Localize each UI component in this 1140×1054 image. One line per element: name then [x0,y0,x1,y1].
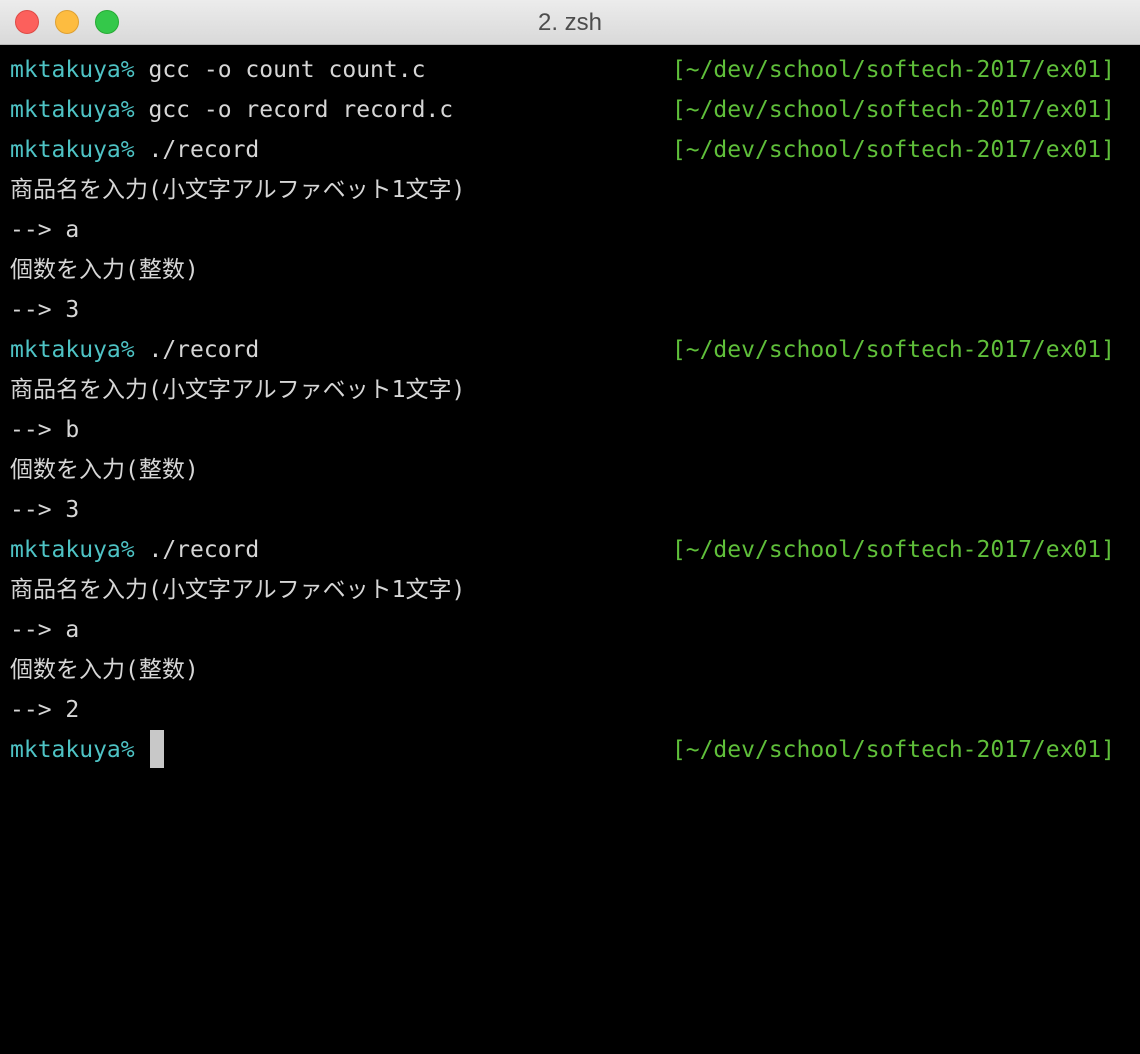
right-prompt-path: [~/dev/school/softech-2017/ex01] [671,337,1115,363]
terminal-output[interactable]: mktakuya% gcc -o count count.c [~/dev/sch… [0,50,1140,1054]
right-prompt-path: [~/dev/school/softech-2017/ex01] [671,537,1115,563]
command-text: ./record [148,537,260,563]
shell-prompt: mktakuya% [10,97,135,123]
output-line: --> a [0,210,1140,250]
command-text: gcc -o record record.c [148,97,454,123]
command-text: gcc -o count count.c [148,57,426,83]
right-prompt-path: [~/dev/school/softech-2017/ex01] [671,737,1115,763]
output-line: --> 3 [0,290,1140,330]
output-text: --> 3 [10,297,80,323]
command-line: mktakuya% ./record [~/dev/school/softech-… [0,330,1140,370]
command-line: mktakuya% gcc -o count count.c [~/dev/sch… [0,50,1140,90]
output-line: --> b [0,410,1140,450]
output-line: 商品名を入力(小文字アルファベット1文字) [0,370,1140,410]
title-bar[interactable]: 2. zsh [0,0,1140,45]
output-line: --> a [0,610,1140,650]
shell-prompt: mktakuya% [10,337,135,363]
command-text: ./record [148,137,260,163]
output-text: 商品名を入力(小文字アルファベット1文字) [10,177,466,203]
shell-prompt: mktakuya% [10,537,135,563]
output-text: --> 3 [10,497,80,523]
shell-prompt: mktakuya% [10,137,135,163]
output-text: 個数を入力(整数) [10,457,199,483]
output-text: --> b [10,417,80,443]
output-text: 商品名を入力(小文字アルファベット1文字) [10,377,466,403]
output-line: 商品名を入力(小文字アルファベット1文字) [0,570,1140,610]
output-text: 個数を入力(整数) [10,257,199,283]
right-prompt-path: [~/dev/school/softech-2017/ex01] [671,57,1115,83]
command-line: mktakuya% ./record [~/dev/school/softech-… [0,130,1140,170]
shell-prompt: mktakuya% [10,57,135,83]
shell-prompt: mktakuya% [10,737,135,763]
command-line: mktakuya% [~/dev/school/softech-2017/ex0… [0,729,1140,770]
output-text: 商品名を入力(小文字アルファベット1文字) [10,577,466,603]
command-line: mktakuya% gcc -o record record.c [~/dev/s… [0,90,1140,130]
output-text: --> a [10,217,80,243]
output-line: --> 2 [0,690,1140,730]
text-cursor[interactable] [150,729,165,768]
terminal-window: 2. zsh mktakuya% gcc -o count count.c [~/… [0,0,1140,1054]
right-prompt-path: [~/dev/school/softech-2017/ex01] [671,97,1115,123]
window-title: 2. zsh [537,9,603,36]
command-line: mktakuya% ./record [~/dev/school/softech-… [0,530,1140,570]
output-line: 個数を入力(整数) [0,450,1140,490]
output-text: --> a [10,617,80,643]
command-text: ./record [148,337,260,363]
output-text: 個数を入力(整数) [10,657,199,683]
output-line: 商品名を入力(小文字アルファベット1文字) [0,170,1140,210]
output-text: --> 2 [10,697,80,723]
right-prompt-path: [~/dev/school/softech-2017/ex01] [671,137,1115,163]
output-line: 個数を入力(整数) [0,650,1140,690]
output-line: --> 3 [0,490,1140,530]
output-line: 個数を入力(整数) [0,250,1140,290]
